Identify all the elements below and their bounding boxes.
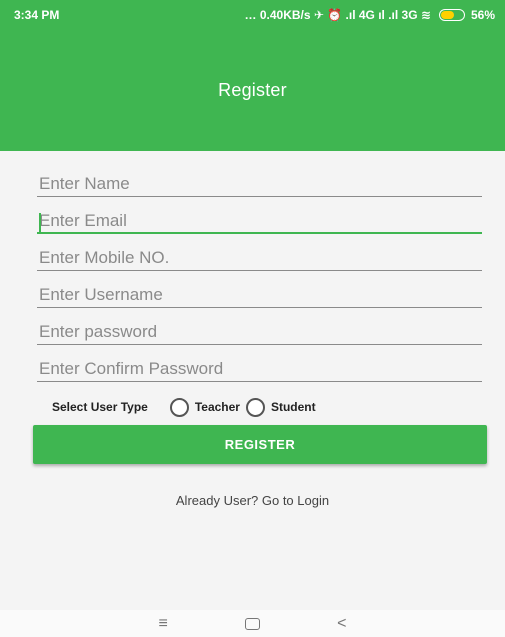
password-input[interactable]	[37, 313, 482, 343]
back-icon[interactable]: <	[337, 615, 346, 633]
radio-student-label[interactable]: Student	[271, 400, 316, 414]
status-bar: 3:34 PM … 0.40KB/s ✈ ⏰ .ıl 4G ıl .ıl 3G …	[0, 0, 505, 30]
page-title: Register	[218, 80, 287, 100]
confirm-password-input[interactable]	[37, 350, 482, 380]
text-caret	[39, 213, 41, 232]
radio-teacher[interactable]	[169, 397, 189, 417]
home-icon[interactable]	[244, 617, 260, 630]
radio-option-teacher[interactable]: Teacher	[169, 397, 240, 417]
status-time: 3:34 PM	[14, 8, 60, 22]
register-form	[37, 165, 482, 387]
mobile-underline	[37, 270, 482, 271]
confirm-password-underline	[37, 381, 482, 382]
mobile-input[interactable]	[37, 239, 482, 269]
register-button[interactable]: REGISTER	[33, 425, 487, 464]
status-indicators: … 0.40KB/s ✈ ⏰ .ıl 4G ıl .ıl 3G ≋ 56%	[245, 8, 495, 22]
battery-icon	[438, 9, 465, 21]
name-field-wrapper	[37, 165, 482, 202]
app-bar: Register	[0, 30, 505, 151]
radio-teacher-label[interactable]: Teacher	[195, 400, 240, 414]
confirm-password-field-wrapper	[37, 350, 482, 387]
password-field-wrapper	[37, 313, 482, 350]
email-input[interactable]	[37, 202, 482, 232]
status-network-indicators: … 0.40KB/s ✈ ⏰ .ıl 4G ıl .ıl 3G ≋	[244, 8, 431, 22]
name-underline	[37, 196, 482, 197]
battery-percent: 56%	[470, 8, 495, 22]
mobile-field-wrapper	[37, 239, 482, 276]
password-underline	[37, 344, 482, 345]
user-type-label: Select User Type	[52, 400, 148, 414]
username-input[interactable]	[37, 276, 482, 306]
menu-icon[interactable]: ≡	[159, 615, 168, 633]
user-type-selector: Select User Type Teacher Student	[52, 396, 322, 418]
username-field-wrapper	[37, 276, 482, 313]
name-input[interactable]	[37, 165, 482, 195]
email-underline	[37, 232, 482, 234]
username-underline	[37, 307, 482, 308]
go-to-login-link[interactable]: Already User? Go to Login	[0, 493, 505, 508]
radio-student[interactable]	[245, 397, 265, 417]
system-nav-bar: ≡ <	[0, 610, 505, 637]
email-field-wrapper	[37, 202, 482, 239]
radio-option-student[interactable]: Student	[245, 397, 316, 417]
